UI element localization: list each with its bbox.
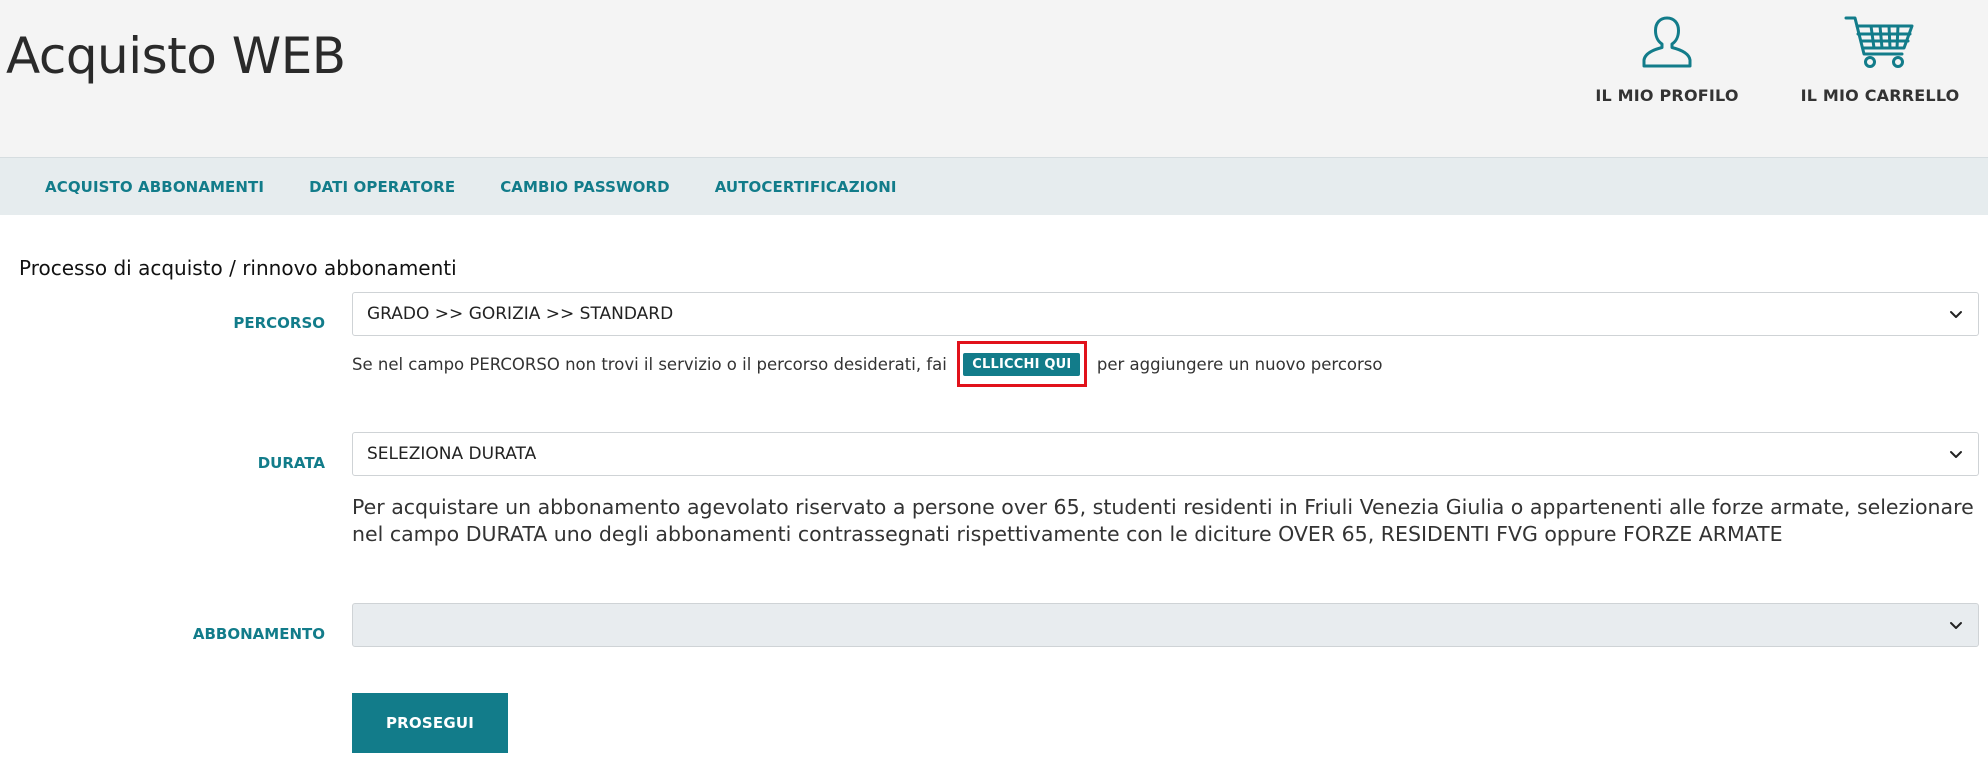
durata-info-text: Per acquistare un abbonamento agevolato … [352, 495, 1974, 546]
main-nav: ACQUISTO ABBONAMENTI DATI OPERATORE CAMB… [0, 157, 1988, 215]
abbonamento-label: ABBONAMENTO [192, 625, 325, 643]
my-cart-label: IL MIO CARRELLO [1800, 86, 1960, 105]
nav-item-autocertificazioni[interactable]: AUTOCERTIFICAZIONI [715, 178, 897, 196]
percorso-hint-text-after: per aggiungere un nuovo percorso [1096, 354, 1383, 374]
user-icon [1642, 16, 1692, 68]
durata-select[interactable]: SELEZIONA DURATA [352, 432, 1979, 476]
add-route-button[interactable]: CLLICCHI QUI [963, 352, 1081, 376]
shopping-cart-icon [1844, 16, 1914, 68]
nav-item-dati-operatore[interactable]: DATI OPERATORE [309, 178, 455, 196]
nav-item-acquisto-abbonamenti[interactable]: ACQUISTO ABBONAMENTI [45, 178, 264, 196]
percorso-select[interactable]: GRADO >> GORIZIA >> STANDARD [352, 292, 1979, 336]
durata-selected-value: SELEZIONA DURATA [367, 444, 537, 464]
percorso-hint-text-before: Se nel campo PERCORSO non trovi il servi… [352, 354, 947, 374]
my-cart-link[interactable]: IL MIO CARRELLO [1801, 14, 1959, 105]
percorso-hint: Se nel campo PERCORSO non trovi il servi… [352, 341, 1383, 387]
abbonamento-select[interactable] [352, 603, 1979, 647]
chevron-down-icon [1950, 311, 1962, 318]
proceed-button[interactable]: PROSEGUI [352, 693, 508, 753]
form-title: Processo di acquisto / rinnovo abbonamen… [19, 256, 457, 280]
highlight-box: CLLICCHI QUI [956, 341, 1087, 387]
chevron-down-icon [1950, 622, 1962, 629]
nav-item-cambio-password[interactable]: CAMBIO PASSWORD [500, 178, 670, 196]
my-profile-label: IL MIO PROFILO [1595, 86, 1739, 105]
durata-label: DURATA [257, 454, 325, 472]
app-title: Acquisto WEB [6, 27, 346, 85]
chevron-down-icon [1950, 451, 1962, 458]
my-profile-link[interactable]: IL MIO PROFILO [1594, 14, 1740, 105]
percorso-selected-value: GRADO >> GORIZIA >> STANDARD [367, 304, 674, 324]
page-header: Acquisto WEB IL MIO PROFILO IL MIO CARRE… [0, 0, 1988, 157]
percorso-label: PERCORSO [233, 314, 325, 332]
